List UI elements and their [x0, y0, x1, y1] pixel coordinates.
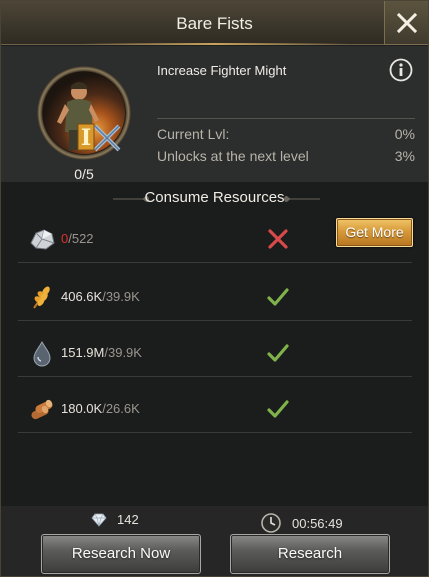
check-icon	[267, 288, 289, 306]
skill-description: Increase Fighter Might	[157, 63, 287, 78]
section-title: Consume Resources	[144, 189, 285, 206]
resource-need: /39.9K	[104, 345, 142, 360]
resource-have: 180.0K	[61, 401, 103, 416]
research-time: 00:56:49	[260, 512, 343, 534]
close-icon	[396, 12, 417, 33]
info-icon	[389, 58, 413, 82]
research-now-button[interactable]: Research Now	[41, 534, 201, 574]
resource-row-ore: 0/522 Get More	[18, 215, 413, 263]
resource-amount: 151.9M/39.9K	[61, 345, 142, 360]
stat-current-level: Current Lvl: 0%	[157, 126, 415, 142]
wood-logs-icon	[31, 399, 53, 420]
skill-summary: I 0/5 Increase Fighter Might Current Lvl…	[1, 46, 428, 182]
resource-need: /39.9K	[102, 289, 140, 304]
stat-value: 3%	[394, 148, 415, 164]
level-count: 0/5	[74, 166, 94, 182]
check-icon	[267, 344, 289, 362]
skill-portrait: I 0/5	[37, 66, 131, 182]
ore-icon	[30, 229, 55, 250]
resource-have: 406.6K	[61, 289, 103, 304]
research-dialog: Bare Fists I 0/5 Increase Fighter Might …	[0, 0, 429, 577]
resource-amount: 406.6K/39.9K	[61, 289, 140, 304]
ornament-right	[284, 196, 320, 202]
header-glow	[81, 43, 348, 45]
tier-badge: I	[75, 118, 125, 163]
cross-icon	[268, 229, 288, 249]
resource-have: 151.9M	[61, 345, 105, 360]
stat-next-level: Unlocks at the next level 3%	[157, 148, 415, 164]
resources-panel: Consume Resources 0/522 Get More 406.6K/…	[1, 182, 428, 506]
resource-amount: 0/522	[61, 231, 94, 246]
resource-row-wood: 180.0K/26.6K	[18, 385, 412, 433]
resource-need: /26.6K	[102, 401, 140, 416]
stat-divider	[157, 118, 415, 119]
clock-icon	[261, 513, 281, 533]
resource-row-wheat: 406.6K/39.9K	[18, 273, 412, 321]
stat-label: Current Lvl:	[157, 126, 230, 142]
research-time-value: 00:56:49	[292, 515, 343, 531]
get-more-button[interactable]: Get More	[336, 218, 413, 247]
resource-amount: 180.0K/26.6K	[61, 401, 140, 416]
oil-drop-icon	[33, 340, 51, 367]
resource-row-oil: 151.9M/39.9K	[18, 329, 412, 377]
info-button[interactable]	[389, 58, 413, 82]
dialog-header: Bare Fists	[1, 1, 428, 45]
crossed-swords-icon: I	[77, 123, 121, 152]
resource-need: /522	[68, 231, 94, 246]
gem-cost: 142	[91, 512, 139, 527]
research-button[interactable]: Research	[230, 534, 390, 574]
stat-value: 0%	[394, 126, 415, 142]
dialog-title: Bare Fists	[176, 14, 253, 33]
tier-label: I	[81, 125, 91, 151]
diamond-icon	[91, 513, 107, 527]
check-icon	[267, 400, 289, 418]
gem-cost-value: 142	[117, 512, 139, 527]
wheat-icon	[33, 286, 50, 309]
dialog-footer: 142 00:56:49 Research Now Research	[1, 506, 428, 576]
close-button[interactable]	[384, 1, 428, 45]
stat-label: Unlocks at the next level	[157, 148, 309, 164]
